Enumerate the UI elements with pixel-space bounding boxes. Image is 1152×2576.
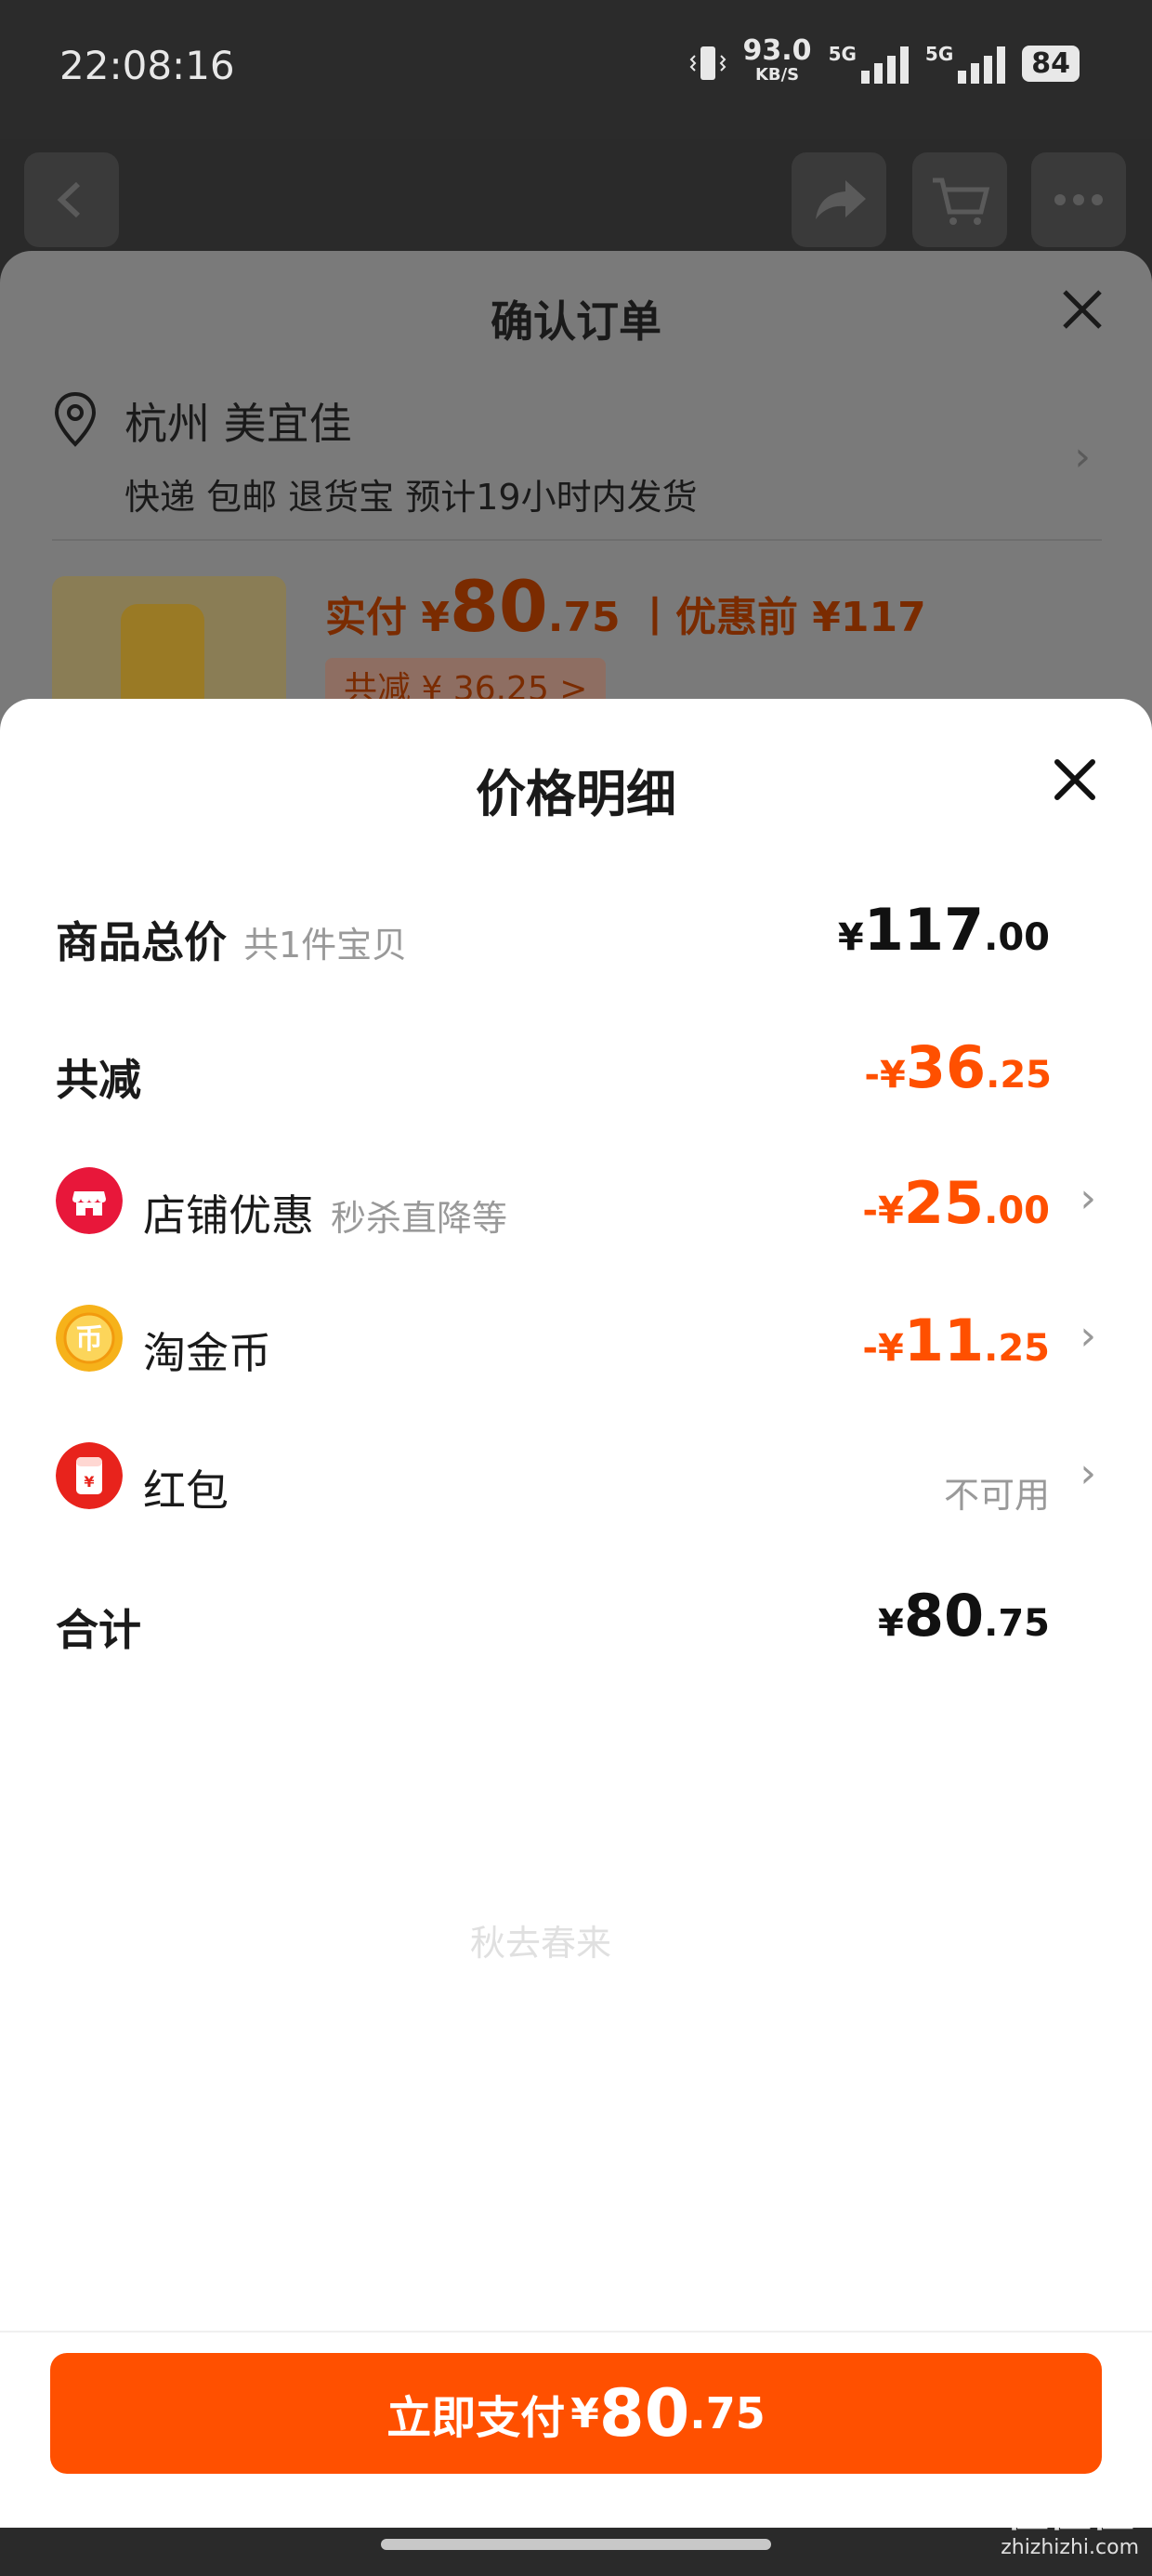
status-time: 22:08:16 xyxy=(59,43,235,88)
share-icon xyxy=(816,180,866,219)
total-reduce-amount: -¥36.25 xyxy=(864,1033,1052,1101)
more-button[interactable] xyxy=(1031,152,1126,247)
red-packet-status: 不可用 xyxy=(943,1475,1050,1516)
sum-amount: ¥80.75 xyxy=(878,1582,1050,1649)
back-button[interactable] xyxy=(24,152,119,247)
address-name: 杭州 美宜佳 xyxy=(124,399,352,449)
signal-1-icon: 5G xyxy=(829,43,909,84)
home-indicator[interactable] xyxy=(381,2539,771,2550)
goods-total-amount: ¥117.00 xyxy=(837,896,1050,964)
price-detail-panel: 价格明细 商品总价 共1件宝贝 ¥117.00 共减 -¥36.25 店铺优惠 秒杀… xyxy=(0,699,1152,2528)
cart-button[interactable] xyxy=(912,152,1007,247)
red-packet-icon: ¥ xyxy=(56,1442,123,1509)
order-title: 确认订单 xyxy=(491,296,661,347)
status-indicators: 93.0 KB/S 5G 5G 84 xyxy=(689,34,1080,87)
shop-discount-amount: -¥25.00 xyxy=(862,1169,1050,1237)
divider xyxy=(52,539,1102,541)
chevron-right-icon[interactable]: › xyxy=(1080,1175,1096,1222)
location-pin-icon xyxy=(54,391,97,447)
taojinbi-amount: -¥11.25 xyxy=(862,1307,1050,1374)
red-packet-label: 红包 xyxy=(143,1465,229,1516)
more-icon xyxy=(1054,194,1103,205)
close-icon xyxy=(1063,290,1102,329)
svg-text:¥: ¥ xyxy=(84,1473,94,1491)
taojinbi-label: 淘金币 xyxy=(143,1328,271,1378)
status-bar: 22:08:16 93.0 KB/S 5G 5G 84 xyxy=(0,0,1152,139)
shop-discount-row[interactable] xyxy=(56,1167,123,1238)
svg-text:币: 币 xyxy=(75,1323,103,1356)
site-watermark: 值值值 zhizhizhi.com xyxy=(1001,2486,1139,2559)
vibrate-icon xyxy=(689,46,726,80)
signal-2-icon: 5G xyxy=(925,43,1006,84)
order-close-button[interactable] xyxy=(1061,271,1104,346)
chevron-right-icon[interactable]: › xyxy=(1074,433,1091,480)
share-button[interactable] xyxy=(792,152,886,247)
chevron-right-icon[interactable]: › xyxy=(1080,1450,1096,1497)
navigation-bar xyxy=(0,2528,1152,2576)
back-icon xyxy=(57,181,81,218)
divider xyxy=(0,2331,1152,2333)
close-icon[interactable] xyxy=(1050,755,1100,805)
pay-now-button[interactable]: 立即支付 ¥80.75 xyxy=(50,2353,1102,2474)
shop-icon xyxy=(56,1167,123,1234)
order-pay-summary: 实付 ¥80.75 丨优惠前 ¥117 xyxy=(325,565,926,648)
coin-icon: 币 xyxy=(56,1305,123,1372)
order-sheet: 确认订单 杭州 美宜佳 快递 包邮 退货宝 预计19小时内发货 › 实付 ¥80… xyxy=(0,251,1152,734)
address-delivery-info: 快递 包邮 退货宝 预计19小时内发货 xyxy=(124,477,698,518)
red-packet-row[interactable]: ¥ xyxy=(56,1442,123,1513)
panel-title: 价格明细 xyxy=(476,765,676,823)
net-speed: 93.0 KB/S xyxy=(742,34,812,85)
shop-discount-label: 店铺优惠 秒杀直降等 xyxy=(143,1190,508,1241)
goods-total-label: 商品总价 共1件宝贝 xyxy=(56,917,408,967)
taojinbi-row[interactable]: 币 xyxy=(56,1305,123,1375)
cart-icon xyxy=(933,177,990,225)
user-watermark: 秋去春来 xyxy=(470,1923,612,1964)
sum-label: 合计 xyxy=(56,1605,141,1655)
chevron-right-icon[interactable]: › xyxy=(1080,1312,1096,1360)
battery-icon: 84 xyxy=(1022,45,1080,82)
total-reduce-label: 共减 xyxy=(56,1055,141,1105)
